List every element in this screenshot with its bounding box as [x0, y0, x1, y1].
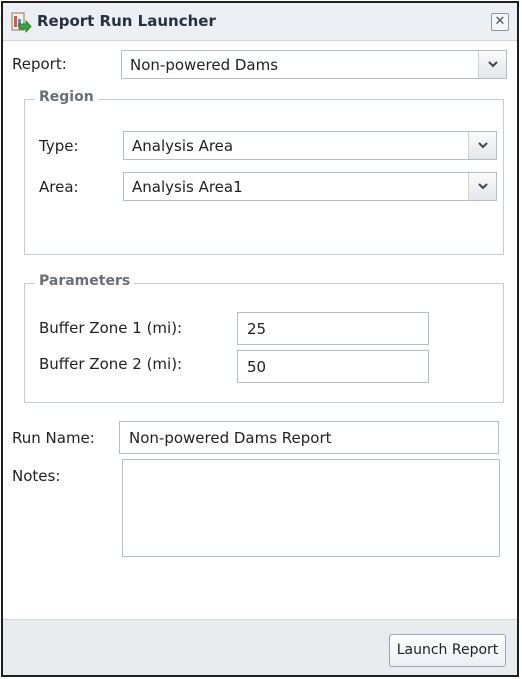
- chevron-down-icon: [488, 61, 498, 68]
- run-name-label: Run Name:: [12, 429, 95, 447]
- buffer-zone-1-input[interactable]: 25: [237, 312, 429, 345]
- buffer-zone-2-label: Buffer Zone 2 (mi):: [39, 355, 183, 373]
- type-dropdown-trigger[interactable]: [468, 132, 496, 159]
- type-select[interactable]: Analysis Area: [123, 131, 497, 160]
- area-select-value: Analysis Area1: [132, 178, 243, 196]
- region-legend: Region: [35, 89, 98, 105]
- buffer-zone-1-value: 25: [247, 320, 267, 338]
- buffer-zone-2-value: 50: [247, 358, 267, 376]
- buffer-zone-2-input[interactable]: 50: [237, 350, 429, 383]
- report-label: Report:: [12, 55, 67, 73]
- chevron-down-icon: [478, 142, 488, 149]
- region-fieldset: Region Type: Analysis Area Area: Analysi…: [24, 89, 504, 255]
- launch-report-button[interactable]: Launch Report: [389, 634, 506, 667]
- notes-label: Notes:: [12, 467, 61, 485]
- notes-textarea[interactable]: [122, 459, 500, 557]
- chevron-down-icon: [478, 183, 488, 190]
- area-select[interactable]: Analysis Area1: [123, 172, 497, 201]
- report-select-value: Non-powered Dams: [130, 56, 279, 74]
- run-name-value: Non-powered Dams Report: [129, 429, 332, 447]
- area-dropdown-trigger[interactable]: [468, 173, 496, 200]
- type-select-value: Analysis Area: [132, 137, 234, 155]
- report-select[interactable]: Non-powered Dams: [121, 50, 507, 79]
- close-button[interactable]: ✕: [491, 13, 509, 31]
- dialog-title: Report Run Launcher: [37, 12, 216, 30]
- report-dropdown-trigger[interactable]: [478, 51, 506, 78]
- report-run-launcher-dialog: Report Run Launcher ✕ Report: Non-powere…: [1, 1, 519, 677]
- buffer-zone-1-label: Buffer Zone 1 (mi):: [39, 319, 183, 337]
- type-label: Type:: [39, 137, 79, 155]
- area-label: Area:: [39, 178, 79, 196]
- run-name-input[interactable]: Non-powered Dams Report: [119, 421, 499, 454]
- title-bar[interactable]: Report Run Launcher ✕: [3, 3, 517, 41]
- close-icon: ✕: [494, 14, 506, 29]
- dialog-footer: Launch Report: [3, 619, 517, 675]
- parameters-legend: Parameters: [35, 273, 135, 289]
- report-launch-icon: [10, 12, 32, 34]
- parameters-fieldset: Parameters Buffer Zone 1 (mi): 25 Buffer…: [24, 273, 504, 403]
